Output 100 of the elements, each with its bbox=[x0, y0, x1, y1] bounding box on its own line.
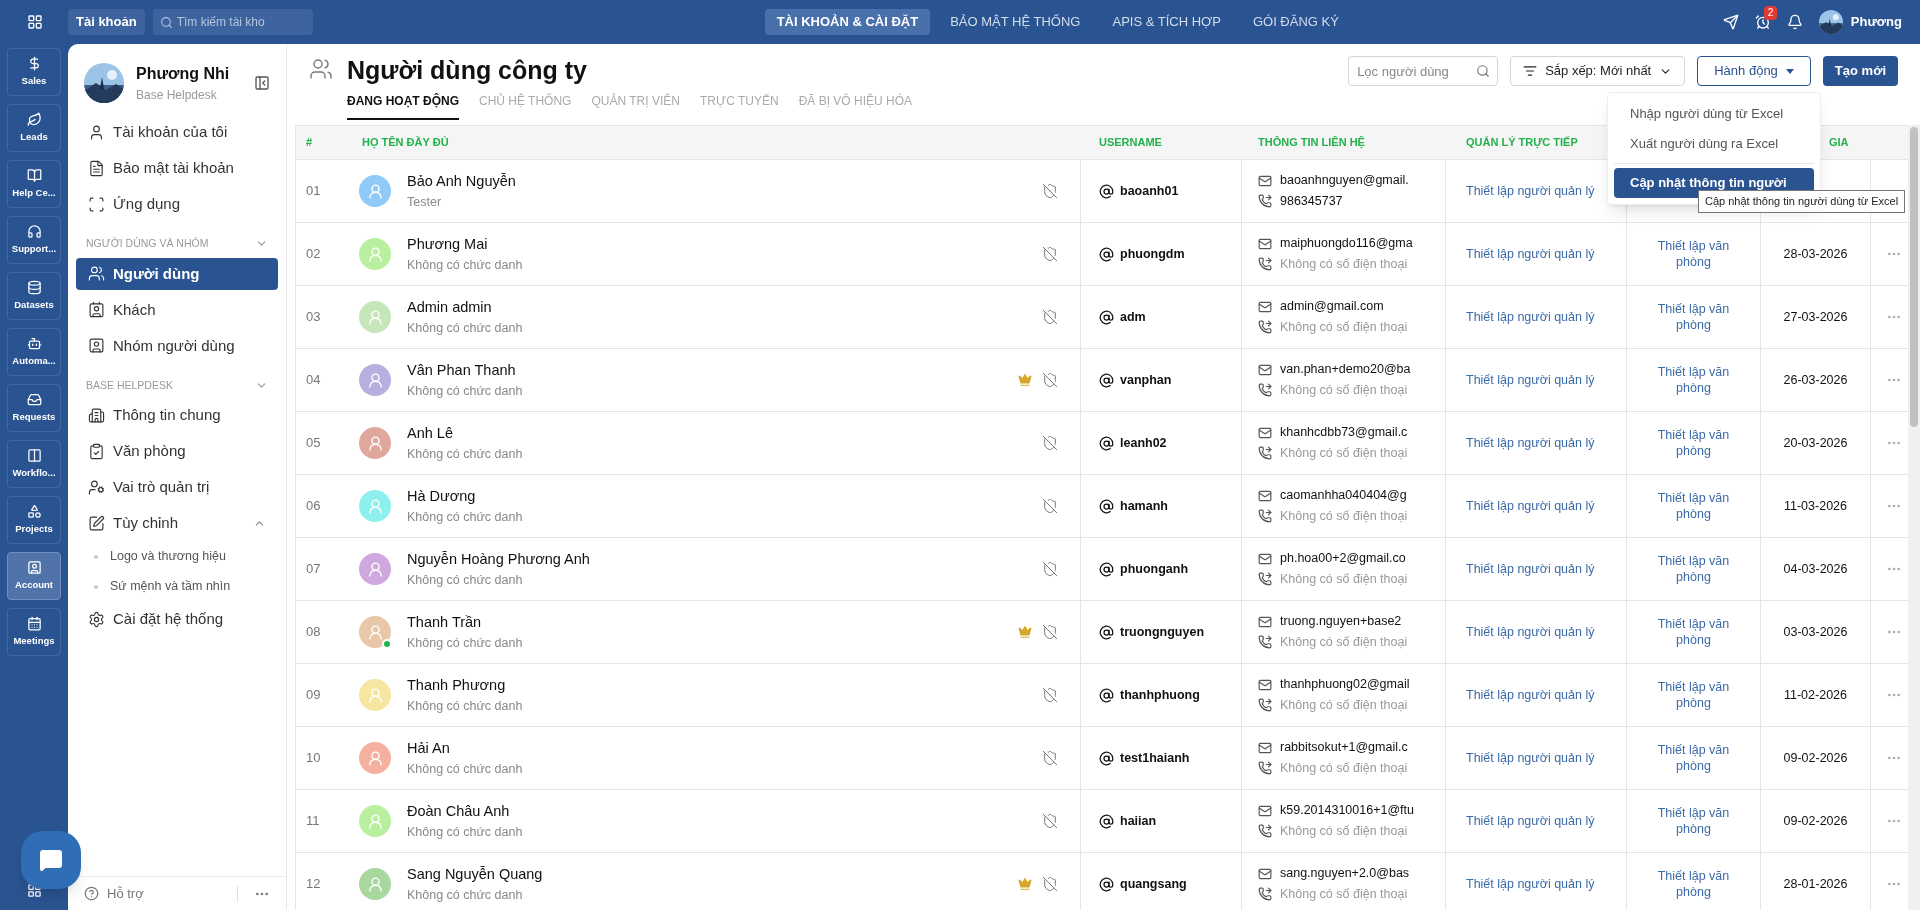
app-rail-item[interactable]: Meetings bbox=[7, 608, 61, 656]
set-office-link[interactable]: Thiết lập văn phòng bbox=[1641, 679, 1746, 711]
set-office-link[interactable]: Thiết lập văn phòng bbox=[1641, 616, 1746, 648]
set-office-link[interactable]: Thiết lập văn phòng bbox=[1641, 490, 1746, 522]
set-manager-link[interactable]: Thiết lập người quản lý bbox=[1466, 811, 1595, 831]
set-manager-link[interactable]: Thiết lập người quản lý bbox=[1466, 622, 1595, 642]
app-rail-item[interactable]: Requests bbox=[7, 384, 61, 432]
status-tab[interactable]: ĐANG HOẠT ĐỘNG bbox=[347, 92, 459, 120]
bell-icon[interactable] bbox=[1786, 14, 1803, 30]
set-office-link[interactable]: Thiết lập văn phòng bbox=[1641, 553, 1746, 585]
alarm-clock-icon[interactable] bbox=[1754, 14, 1771, 30]
account-button[interactable]: Tài khoản bbox=[68, 9, 145, 35]
user-name[interactable]: Hải An bbox=[407, 737, 1042, 760]
user-name[interactable]: Phương bbox=[1850, 12, 1902, 32]
set-manager-link[interactable]: Thiết lập người quản lý bbox=[1466, 685, 1595, 705]
shield-off-icon[interactable] bbox=[1042, 687, 1058, 703]
sidebar-subitem[interactable]: Logo và thương hiệu bbox=[68, 543, 286, 570]
filter-field[interactable]: Lọc người dùng bbox=[1348, 56, 1499, 86]
item-icon bbox=[88, 337, 105, 355]
nav-tab[interactable]: TÀI KHOẢN & CÀI ĐẶT bbox=[764, 9, 931, 35]
shield-off-icon[interactable] bbox=[1042, 750, 1058, 766]
app-rail-item[interactable]: Workflo... bbox=[7, 440, 61, 488]
create-button[interactable]: Tạo mới bbox=[1822, 56, 1898, 86]
nav-tab[interactable]: APIS & TÍCH HỢP bbox=[1100, 9, 1233, 35]
shield-off-icon[interactable] bbox=[1042, 813, 1058, 829]
user-name[interactable]: Nguyễn Hoàng Phương Anh bbox=[407, 548, 1042, 571]
sidebar-item[interactable]: Bảo mật tài khoản bbox=[76, 152, 278, 184]
set-manager-link[interactable]: Thiết lập người quản lý bbox=[1466, 433, 1595, 453]
sort-button[interactable]: Sắp xếp: Mới nhất bbox=[1510, 56, 1686, 86]
set-office-link[interactable]: Thiết lập văn phòng bbox=[1641, 805, 1746, 837]
user-name[interactable]: Hà Dương bbox=[407, 485, 1042, 508]
app-rail-item[interactable]: Support... bbox=[7, 216, 61, 264]
set-office-link[interactable]: Thiết lập văn phòng bbox=[1641, 868, 1746, 900]
user-name[interactable]: Admin admin bbox=[407, 296, 1042, 319]
menu-item[interactable]: Nhập người dùng từ Excel bbox=[1614, 99, 1814, 129]
shield-off-icon[interactable] bbox=[1042, 372, 1058, 388]
sidebar-item[interactable]: Người dùng bbox=[76, 257, 278, 290]
sidebar-item[interactable]: Ứng dụng bbox=[76, 188, 278, 220]
sidebar-item[interactable]: Văn phòng bbox=[76, 435, 278, 468]
set-manager-link[interactable]: Thiết lập người quản lý bbox=[1466, 559, 1595, 579]
app-rail-item[interactable]: Sales bbox=[7, 48, 61, 96]
shield-off-icon[interactable] bbox=[1042, 876, 1058, 892]
collapse-sidebar-icon[interactable] bbox=[254, 75, 270, 91]
sidebar-item[interactable]: Vai trò quản trị bbox=[76, 471, 278, 504]
scrollbar-thumb[interactable] bbox=[1910, 127, 1918, 427]
app-rail-item[interactable]: Projects bbox=[7, 496, 61, 544]
set-office-link[interactable]: Thiết lập văn phòng bbox=[1641, 238, 1746, 270]
user-name[interactable]: Sang Nguyễn Quang bbox=[407, 863, 1018, 886]
user-name[interactable]: Thanh Trần bbox=[407, 611, 1018, 634]
sidebar-item[interactable]: Cài đặt hệ thống bbox=[76, 603, 278, 636]
user-name[interactable]: Anh Lê bbox=[407, 422, 1042, 445]
sidebar-item[interactable]: Tài khoản của tôi bbox=[76, 116, 278, 148]
user-name[interactable]: Đoàn Châu Anh bbox=[407, 800, 1042, 823]
apps-icon[interactable] bbox=[27, 14, 43, 30]
nav-tab[interactable]: BẢO MẬT HỆ THỐNG bbox=[938, 9, 1093, 35]
sidebar-subitem[interactable]: Sứ mệnh và tầm nhìn bbox=[68, 573, 286, 600]
shield-off-icon[interactable] bbox=[1042, 183, 1058, 199]
app-rail-item[interactable]: Account bbox=[7, 552, 61, 600]
set-manager-link[interactable]: Thiết lập người quản lý bbox=[1466, 370, 1595, 390]
set-office-link[interactable]: Thiết lập văn phòng bbox=[1641, 742, 1746, 774]
user-name[interactable]: Vân Phan Thanh bbox=[407, 359, 1018, 382]
shield-off-icon[interactable] bbox=[1042, 435, 1058, 451]
sidebar-item[interactable]: Thông tin chung bbox=[76, 399, 278, 432]
send-icon[interactable] bbox=[1722, 14, 1739, 30]
user-name[interactable]: Thanh Phương bbox=[407, 674, 1042, 697]
set-office-link[interactable]: Thiết lập văn phòng bbox=[1641, 364, 1746, 396]
user-name[interactable]: Phương Mai bbox=[407, 233, 1042, 256]
shield-off-icon[interactable] bbox=[1042, 624, 1058, 640]
job-title: Không có chức danh bbox=[407, 382, 524, 400]
set-manager-link[interactable]: Thiết lập người quản lý bbox=[1466, 496, 1595, 516]
person-icon bbox=[366, 245, 384, 263]
username: test1haianh bbox=[1120, 749, 1190, 767]
app-rail-item[interactable]: Automa... bbox=[7, 328, 61, 376]
action-button[interactable]: Hành động bbox=[1697, 56, 1811, 86]
search-field[interactable]: Tìm kiếm tài kho bbox=[152, 9, 313, 35]
job-title: Không có chức danh bbox=[407, 445, 524, 463]
app-rail-item[interactable]: Datasets bbox=[7, 272, 61, 320]
phone: Không có số điện thoại bbox=[1280, 319, 1408, 336]
sidebar-item[interactable]: Khách bbox=[76, 293, 278, 326]
shield-off-icon[interactable] bbox=[1042, 309, 1058, 325]
sidebar-item[interactable]: Tùy chỉnh bbox=[76, 507, 278, 540]
set-office-link[interactable]: Thiết lập văn phòng bbox=[1641, 427, 1746, 459]
chat-button[interactable] bbox=[21, 831, 81, 889]
support-link[interactable]: Hỗ trợ bbox=[107, 883, 229, 904]
sidebar-item[interactable]: Nhóm người dùng bbox=[76, 329, 278, 362]
set-manager-link[interactable]: Thiết lập người quản lý bbox=[1466, 874, 1595, 894]
shield-off-icon[interactable] bbox=[1042, 246, 1058, 262]
menu-item[interactable]: Xuất người dùng ra Excel bbox=[1614, 129, 1814, 159]
nav-tab[interactable]: GÓI ĐĂNG KÝ bbox=[1240, 9, 1351, 35]
set-manager-link[interactable]: Thiết lập người quản lý bbox=[1466, 307, 1595, 327]
shield-off-icon[interactable] bbox=[1042, 498, 1058, 514]
shield-off-icon[interactable] bbox=[1042, 561, 1058, 577]
set-manager-link[interactable]: Thiết lập người quản lý bbox=[1466, 748, 1595, 768]
app-rail-item[interactable]: Leads bbox=[7, 104, 61, 152]
user-name[interactable]: Bảo Anh Nguyễn bbox=[407, 170, 1042, 193]
set-manager-link[interactable]: Thiết lập người quản lý bbox=[1466, 181, 1595, 201]
set-manager-link[interactable]: Thiết lập người quản lý bbox=[1466, 244, 1595, 264]
set-office-link[interactable]: Thiết lập văn phòng bbox=[1641, 301, 1746, 333]
app-rail-item[interactable]: Help Ce... bbox=[7, 160, 61, 208]
help-icon[interactable] bbox=[84, 886, 99, 901]
